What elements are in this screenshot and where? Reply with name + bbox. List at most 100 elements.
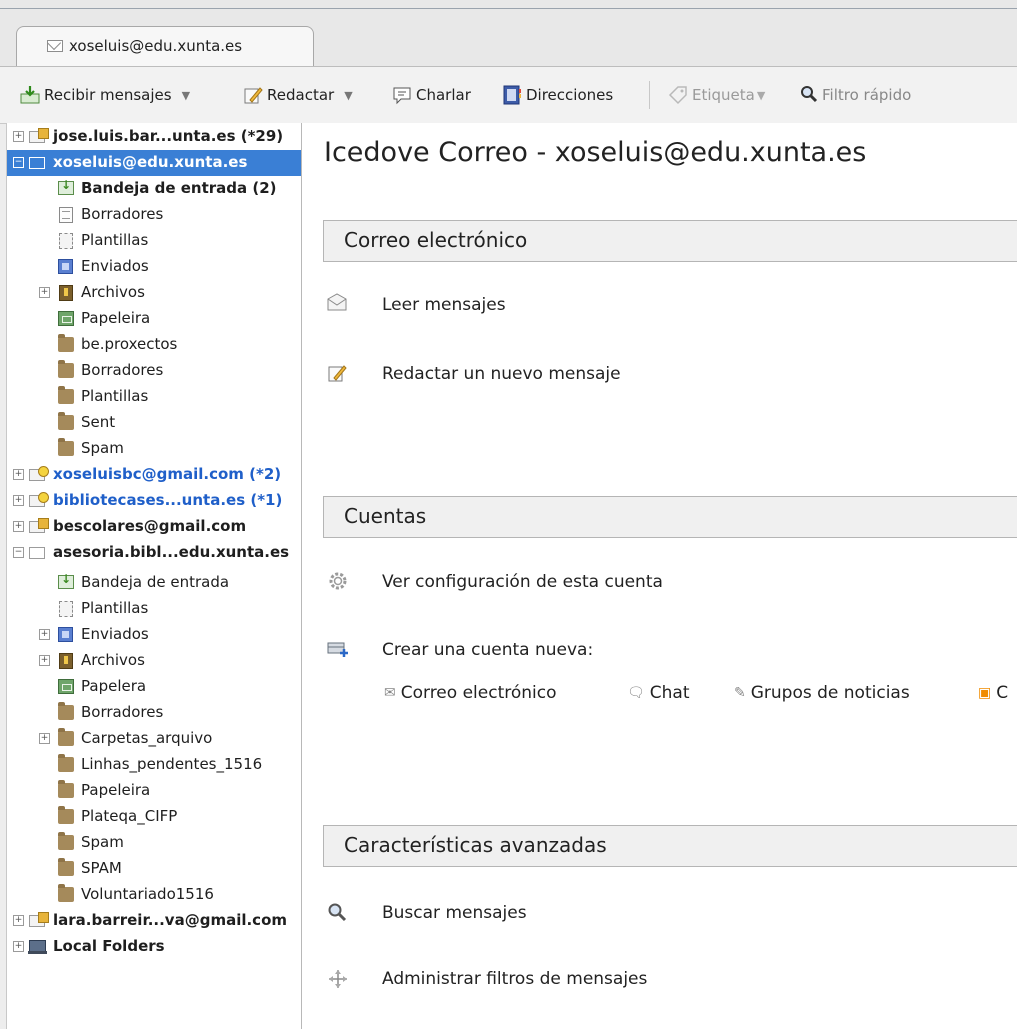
expand-twisty[interactable]: + <box>13 495 24 506</box>
folder-label: Papeleira <box>81 781 151 799</box>
folder-item[interactable]: SPAM <box>7 856 301 882</box>
account-asesoria[interactable]: − asesoria.bibl...edu.xunta.es <box>7 540 301 566</box>
account-new-mail-icon <box>29 492 49 507</box>
address-book-button[interactable]: Direcciones <box>502 83 613 107</box>
tag-button[interactable]: Etiqueta ▼ <box>668 83 765 107</box>
folder-label: Bandeja de entrada <box>81 573 230 591</box>
account-xoseluisbc[interactable]: + xoseluisbc@gmail.com (*2) <box>7 462 301 488</box>
folder-item[interactable]: Plantillas <box>7 384 301 410</box>
account-lock-icon <box>29 518 49 533</box>
create-option-label: Grupos de noticias <box>750 683 910 703</box>
folder-archives[interactable]: + Archivos <box>7 648 301 674</box>
tab-account-home[interactable]: xoseluis@edu.xunta.es <box>16 26 314 67</box>
read-messages-link[interactable]: Leer mensajes <box>382 295 506 315</box>
chevron-down-icon[interactable]: ▼ <box>182 89 190 102</box>
address-book-icon <box>502 85 522 105</box>
folder-sent[interactable]: + Enviados <box>7 622 301 648</box>
account-bibliotecases[interactable]: + bibliotecases...unta.es (*1) <box>7 488 301 514</box>
expand-twisty[interactable]: + <box>13 469 24 480</box>
folder-item[interactable]: Spam <box>7 436 301 462</box>
folder-label: SPAM <box>81 859 122 877</box>
view-settings-link[interactable]: Ver configuración de esta cuenta <box>382 572 663 592</box>
folder-icon <box>58 412 74 430</box>
write-button[interactable]: Redactar ▼ <box>243 83 353 107</box>
folder-item[interactable]: Papeleira <box>7 778 301 804</box>
folder-item[interactable]: Linhas_pendentes_1516 <box>7 752 301 778</box>
folder-label: Enviados <box>81 625 149 643</box>
folder-trash[interactable]: Papelera <box>7 674 301 700</box>
folder-label: Plantillas <box>81 599 149 617</box>
quick-filter-button[interactable]: Filtro rápido <box>800 83 911 107</box>
folder-inbox[interactable]: Bandeja de entrada <box>7 570 301 596</box>
search-messages-link[interactable]: Buscar mensajes <box>382 903 527 923</box>
folder-item[interactable]: Voluntariado1516 <box>7 882 301 908</box>
folder-item[interactable]: Spam <box>7 830 301 856</box>
create-newsgroup-account-link[interactable]: ✎ Grupos de noticias <box>734 683 910 703</box>
folder-item[interactable]: Sent <box>7 410 301 436</box>
expand-twisty[interactable]: + <box>13 915 24 926</box>
expand-twisty[interactable]: + <box>39 655 50 666</box>
trash-icon <box>58 679 74 694</box>
create-email-account-link[interactable]: ✉ Correo electrónico <box>384 683 557 703</box>
folder-inbox[interactable]: Bandeja de entrada (2) <box>7 176 301 202</box>
gear-icon <box>327 570 347 590</box>
folder-drafts[interactable]: Borradores <box>7 202 301 228</box>
create-feed-account-link[interactable]: ▣ C <box>978 683 1008 703</box>
get-messages-button[interactable]: Recibir mensajes ▼ <box>20 83 190 107</box>
mail-icon <box>29 547 45 559</box>
account-xoseluis[interactable]: − xoseluis@edu.xunta.es <box>7 150 301 176</box>
window-top-border <box>0 8 1017 9</box>
collapse-twisty[interactable]: − <box>13 547 24 558</box>
expand-twisty[interactable]: + <box>39 629 50 640</box>
create-chat-account-link[interactable]: 🗨 Chat <box>627 683 690 703</box>
folder-item[interactable]: be.proxectos <box>7 332 301 358</box>
mail-toolbar: Recibir mensajes ▼ Redactar ▼ Charlar Di… <box>0 66 1017 124</box>
account-bescolares[interactable]: + bescolares@gmail.com <box>7 514 301 540</box>
folder-item[interactable]: + Carpetas_arquivo <box>7 726 301 752</box>
expand-twisty[interactable]: + <box>39 733 50 744</box>
folder-label: Papeleira <box>81 309 151 327</box>
folder-trash[interactable]: Papeleira <box>7 306 301 332</box>
folder-templates[interactable]: Plantillas <box>7 596 301 622</box>
folder-label: xoseluisbc@gmail.com (*2) <box>53 465 282 483</box>
address-book-label: Direcciones <box>526 86 614 104</box>
quick-filter-label: Filtro rápido <box>822 86 912 104</box>
get-messages-label: Recibir mensajes <box>44 86 172 104</box>
new-account-icon <box>327 639 348 659</box>
folder-label: Borradores <box>81 205 164 223</box>
account-new-mail-icon <box>29 466 49 481</box>
compose-message-link[interactable]: Redactar un nuevo mensaje <box>382 364 621 384</box>
templates-icon <box>59 601 73 617</box>
account-central: Icedove Correo - xoseluis@edu.xunta.es C… <box>302 123 1017 1029</box>
manage-filters-link[interactable]: Administrar filtros de mensajes <box>382 969 647 989</box>
page-title: Icedove Correo - xoseluis@edu.xunta.es <box>324 137 867 168</box>
read-mail-icon <box>327 293 347 313</box>
expand-twisty[interactable]: + <box>13 131 24 142</box>
expand-twisty[interactable]: + <box>13 521 24 532</box>
folder-sent[interactable]: Enviados <box>7 254 301 280</box>
account-local-folders[interactable]: + Local Folders <box>7 934 301 960</box>
account-jose-luis[interactable]: + jose.luis.bar...unta.es (*29) <box>7 124 301 150</box>
folder-templates[interactable]: Plantillas <box>7 228 301 254</box>
folder-label: asesoria.bibl...edu.xunta.es <box>53 543 290 561</box>
chat-bubble-icon <box>392 85 412 105</box>
expand-twisty[interactable]: + <box>39 287 50 298</box>
chevron-down-icon[interactable]: ▼ <box>757 89 765 102</box>
collapse-twisty[interactable]: − <box>13 157 24 168</box>
account-lara-barreiro[interactable]: + lara.barreir...va@gmail.com <box>7 908 301 934</box>
chevron-down-icon[interactable]: ▼ <box>344 89 352 102</box>
expand-twisty[interactable]: + <box>13 941 24 952</box>
folder-item[interactable]: Borradores <box>7 358 301 384</box>
folder-item[interactable]: Plateqa_CIFP <box>7 804 301 830</box>
trash-icon <box>58 311 74 326</box>
chat-button[interactable]: Charlar <box>392 83 471 107</box>
folder-archives[interactable]: + Archivos <box>7 280 301 306</box>
folder-icon <box>58 858 74 876</box>
folder-label: Plantillas <box>81 231 149 249</box>
folder-item[interactable]: Borradores <box>7 700 301 726</box>
folder-label: Bandeja de entrada (2) <box>81 179 277 197</box>
folder-pane: + jose.luis.bar...unta.es (*29) − xoselu… <box>6 123 302 1029</box>
sent-icon <box>58 627 73 642</box>
archive-icon <box>59 653 73 669</box>
folder-icon <box>58 386 74 404</box>
